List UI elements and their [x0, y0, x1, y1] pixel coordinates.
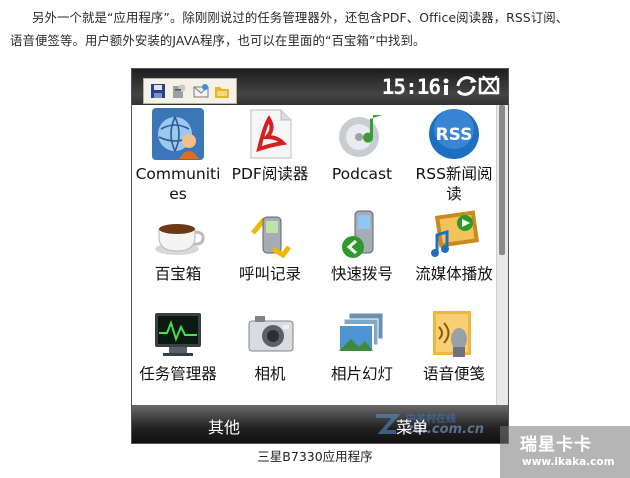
status-bar: 15:16 [132, 69, 508, 105]
voice-note-icon [433, 311, 471, 357]
pdf-icon [250, 109, 292, 159]
app-speed-dial[interactable]: 快速拨号 [316, 207, 408, 284]
speed-dial-icon [342, 210, 374, 258]
slideshow-icon [338, 312, 384, 352]
app-label: 任务管理器 [139, 365, 217, 383]
article-paragraph: 另外一个就是“应用程序”。除刚刚说过的任务管理器外，还包含PDF、Office阅… [10, 6, 624, 52]
app-rss-reader[interactable]: RSS RSS新闻阅读 [408, 107, 500, 204]
svg-text:RSS: RSS [436, 125, 473, 145]
app-label: 语音便笺 [422, 365, 485, 383]
streaming-icon [431, 210, 480, 257]
app-label: RSS新闻阅读 [415, 165, 493, 203]
save-icon[interactable] [150, 83, 166, 99]
softkey-menu[interactable]: 菜单 [396, 414, 428, 438]
status-time: 15:16 [381, 75, 441, 99]
app-label: 相机 [254, 365, 286, 383]
app-label: PDF阅读器 [231, 165, 309, 183]
app-label: Communities [135, 165, 221, 203]
mail-icon[interactable] [193, 83, 209, 99]
app-toolbox[interactable]: 百宝箱 [132, 207, 224, 284]
tools-icon[interactable] [171, 83, 187, 99]
article-line-2: 语音便签等。用户额外安装的JAVA程序，也可以在里面的“百宝箱”中找到。 [10, 33, 426, 48]
app-call-log[interactable]: 呼叫记录 [224, 207, 316, 284]
app-label: 快速拨号 [330, 265, 393, 283]
ikaka-url: www.ikaka.com [522, 456, 615, 468]
podcast-icon [339, 115, 382, 157]
ikaka-brand: 瑞星卡卡 [520, 435, 592, 455]
sync-icon [456, 75, 500, 96]
app-communities[interactable]: Communities [132, 107, 224, 204]
app-grid: Communities PDF阅读器 Podcast RSS RSS新闻阅读 百… [132, 105, 498, 407]
folder-icon[interactable] [214, 83, 230, 99]
signal-icon [443, 78, 449, 95]
softkey-bar: 其他 中关村在线 zol.com.cn 菜单 [132, 405, 508, 443]
phone-screenshot: 15:16 Communities PDF阅读器 Podcast RSS RSS… [131, 68, 509, 444]
call-log-icon [251, 216, 291, 259]
app-label: 相片幻灯 [330, 365, 393, 383]
app-slideshow[interactable]: 相片幻灯 [316, 307, 408, 384]
app-podcast[interactable]: Podcast [316, 107, 408, 184]
scroll-thumb[interactable] [499, 105, 505, 255]
article-line-1: 另外一个就是“应用程序”。除刚刚说过的任务管理器外，还包含PDF、Office阅… [32, 10, 569, 25]
app-label: 呼叫记录 [238, 265, 301, 283]
toolbox-icon [155, 224, 205, 255]
communities-icon [152, 108, 204, 160]
quick-toolbar [143, 78, 237, 104]
task-manager-icon [155, 313, 201, 356]
app-camera[interactable]: 相机 [224, 307, 316, 384]
app-pdf-reader[interactable]: PDF阅读器 [224, 107, 316, 184]
app-streaming-player[interactable]: 流媒体播放 [408, 207, 500, 284]
app-voice-note[interactable]: 语音便笺 [408, 307, 500, 384]
ikaka-watermark: 瑞星卡卡 www.ikaka.com [500, 426, 630, 478]
softkey-other[interactable]: 其他 [208, 414, 240, 438]
app-label: 百宝箱 [154, 265, 202, 283]
rss-icon: RSS [429, 109, 479, 159]
app-label: 流媒体播放 [415, 265, 493, 283]
camera-icon [248, 316, 294, 352]
app-task-manager[interactable]: 任务管理器 [132, 307, 224, 384]
scrollbar[interactable] [496, 105, 508, 407]
app-label: Podcast [331, 165, 393, 183]
